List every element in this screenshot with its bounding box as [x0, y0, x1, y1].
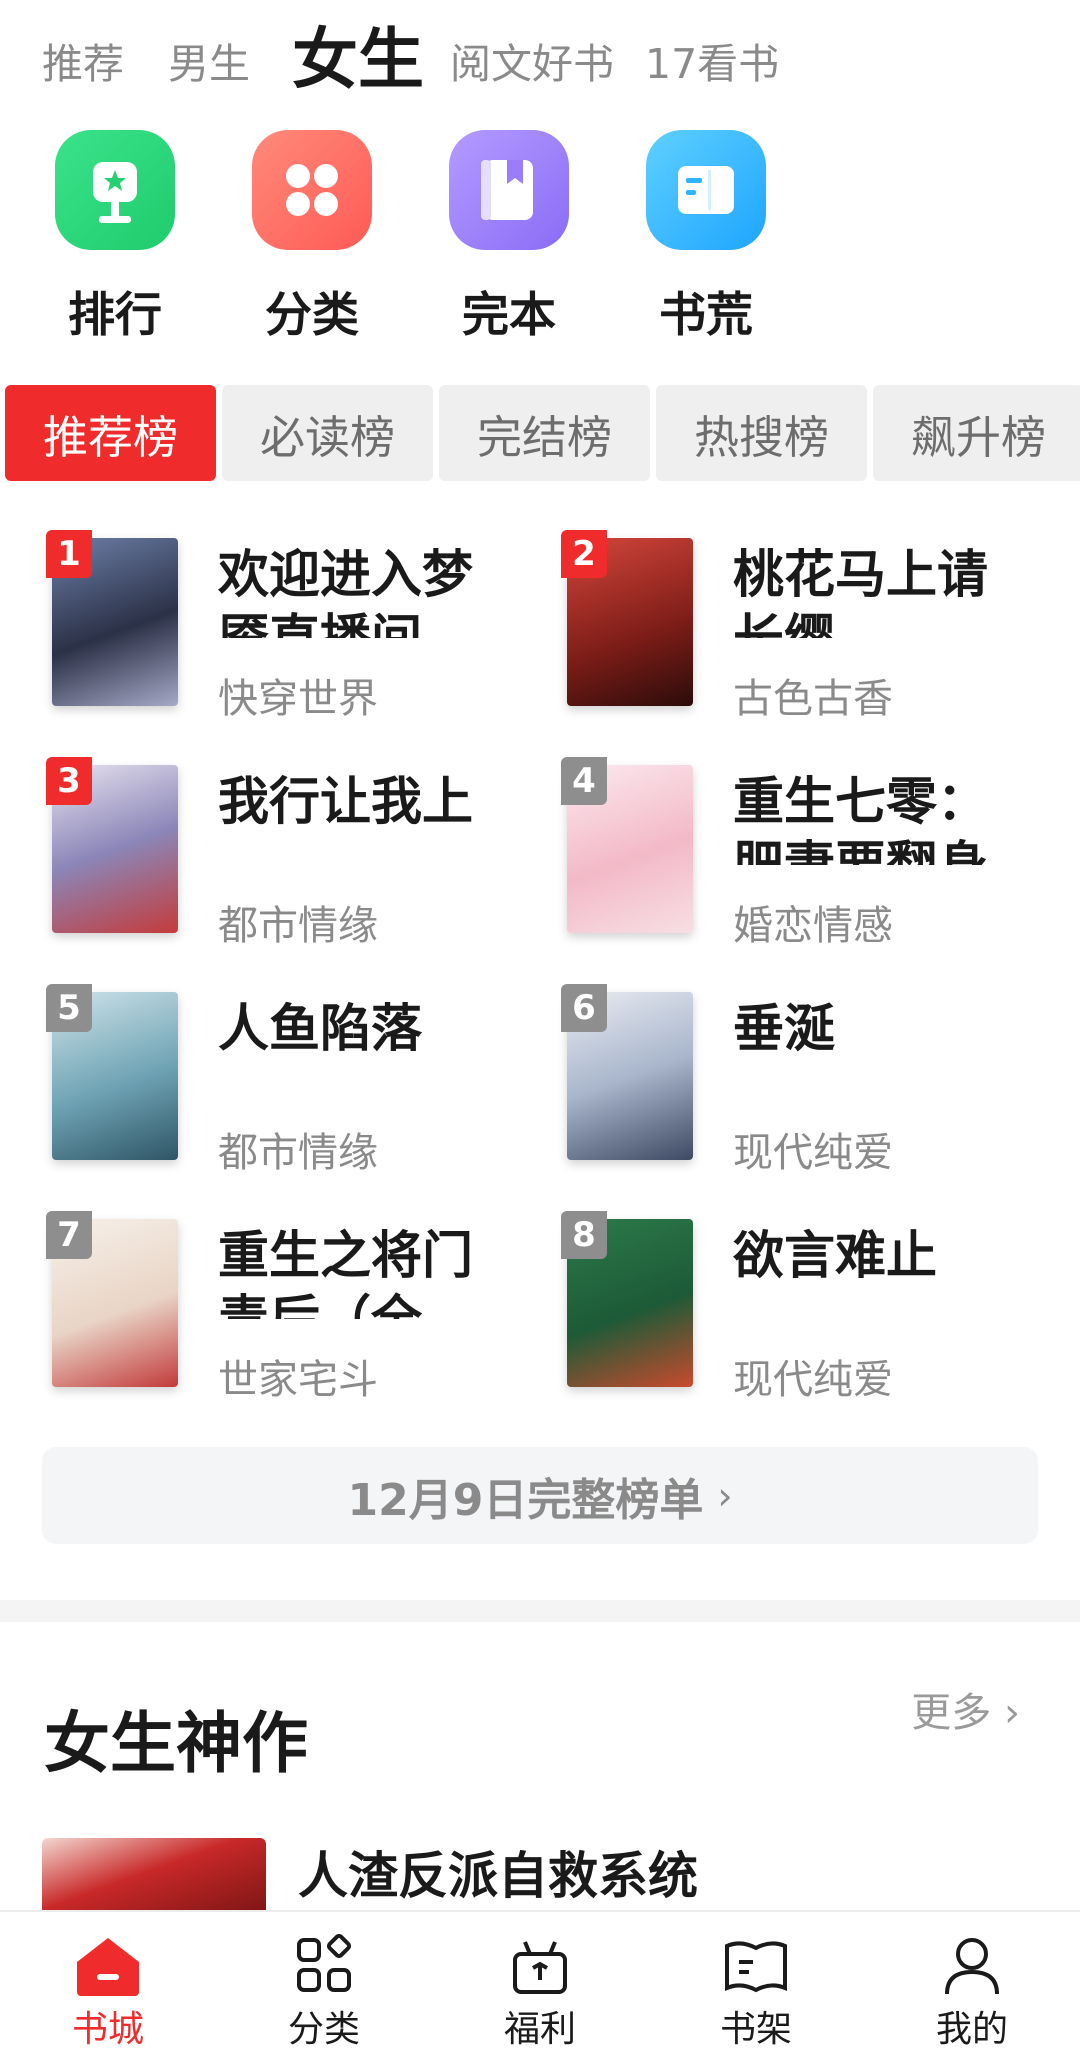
tab-17kanshu[interactable]: 17看书: [645, 30, 779, 90]
quick-entries: 排行 分类 完本 书荒: [0, 130, 1080, 360]
rank-badge: 1: [46, 530, 92, 578]
rank-tabs: 推荐榜 必读榜 完结榜 热搜榜 飙升榜: [5, 385, 1080, 481]
quick-entry-label: 完本: [462, 288, 556, 343]
section-title: 女生神作: [44, 1705, 308, 1782]
book-category: 现代纯爱: [733, 1357, 893, 1403]
rank-tab-completed[interactable]: 完结榜: [439, 385, 650, 481]
book-title: 重生七零：肥妻要翻身: [733, 773, 989, 865]
book-category: 都市情缘: [218, 1130, 378, 1176]
book-title: 我行让我上: [218, 773, 474, 832]
book-title: 欲言难止: [733, 1227, 938, 1286]
book-category: 世家宅斗: [218, 1357, 378, 1403]
rank-book-item[interactable]: 3 我行让我上 都市情缘: [0, 757, 480, 949]
nav-label: 分类: [287, 2009, 360, 2050]
open-book-icon: [646, 130, 766, 250]
quick-entry-ranking[interactable]: 排行: [30, 130, 200, 345]
top-channel-tabs: 推荐 男生 女生 阅文好书 17看书: [0, 0, 1080, 110]
rank-badge: 5: [46, 984, 92, 1032]
tab-male[interactable]: 男生: [168, 30, 250, 90]
nav-label: 书城: [71, 2009, 144, 2050]
book-category: 婚恋情感: [733, 903, 893, 949]
feature-book-cover-image[interactable]: [42, 1838, 266, 1918]
rank-book-item[interactable]: 1 欢迎进入梦魇直播间 快穿世界: [0, 530, 480, 722]
tab-recommend[interactable]: 推荐: [42, 30, 124, 90]
book-title: 垂涎: [733, 1000, 836, 1059]
rank-book-item[interactable]: 4 重生七零：肥妻要翻身 婚恋情感: [515, 757, 995, 949]
book-title: 重生之将门毒后（全: [218, 1227, 474, 1319]
rank-tab-rising[interactable]: 飙升榜: [873, 385, 1080, 481]
tab-yuewen-good-books[interactable]: 阅文好书: [450, 30, 614, 90]
quick-entry-book-shortage[interactable]: 书荒: [621, 130, 791, 345]
quick-entry-category[interactable]: 分类: [227, 130, 397, 345]
section-divider: [0, 1600, 1080, 1622]
quick-entry-label: 分类: [265, 288, 359, 343]
book-category: 现代纯爱: [733, 1130, 893, 1176]
rank-tab-must-read[interactable]: 必读榜: [222, 385, 433, 481]
book-category: 古色古香: [733, 676, 893, 722]
rank-badge: 6: [561, 984, 607, 1032]
gift-icon: [505, 1934, 575, 1998]
rank-book-item[interactable]: 7 重生之将门毒后（全 世家宅斗: [0, 1211, 480, 1403]
nav-label: 书架: [719, 2009, 792, 2050]
rank-badge: 7: [46, 1211, 92, 1259]
full-ranking-label: 12月9日完整榜单: [347, 1474, 704, 1526]
nav-category[interactable]: 分类: [254, 1933, 394, 2052]
more-link[interactable]: 更多 ›: [911, 1680, 1020, 1738]
rank-tab-hot-search[interactable]: 热搜榜: [656, 385, 867, 481]
trophy-icon: [55, 130, 175, 250]
rank-book-item[interactable]: 8 欲言难止 现代纯爱: [515, 1211, 995, 1403]
feature-book-title[interactable]: 人渣反派自救系统: [298, 1836, 698, 1908]
book-title: 欢迎进入梦魇直播间: [218, 546, 474, 638]
book-category: 都市情缘: [218, 903, 378, 949]
book-bookmark-icon: [449, 130, 569, 250]
book-category: 快穿世界: [218, 676, 378, 722]
chevron-right-icon: ›: [717, 1473, 733, 1518]
user-icon: [937, 1934, 1007, 1998]
quick-entry-completed[interactable]: 完本: [424, 130, 594, 345]
rank-badge: 3: [46, 757, 92, 805]
book-title: 桃花马上请长缨: [733, 546, 989, 638]
rank-book-item[interactable]: 6 垂涎 现代纯爱: [515, 984, 995, 1176]
nav-bookshelf[interactable]: 书架: [686, 1934, 826, 2052]
book-title: 人鱼陷落: [218, 1000, 423, 1059]
tab-female[interactable]: 女生: [292, 6, 424, 102]
category-grid-icon: [289, 1933, 359, 1998]
rank-book-item[interactable]: 2 桃花马上请长缨 古色古香: [515, 530, 995, 722]
rank-badge: 2: [561, 530, 607, 578]
bottom-navigation: 书城 分类 福利 书架 我的: [0, 1910, 1080, 2061]
quick-entry-label: 排行: [68, 288, 162, 343]
home-icon: [73, 1934, 143, 1998]
bookshelf-icon: [721, 1934, 791, 1998]
nav-label: 我的: [935, 2009, 1008, 2050]
full-ranking-button[interactable]: 12月9日完整榜单 ›: [42, 1447, 1038, 1544]
nav-bookstore[interactable]: 书城: [38, 1934, 178, 2052]
nav-label: 福利: [503, 2009, 576, 2050]
nav-profile[interactable]: 我的: [902, 1934, 1042, 2052]
quick-entry-label: 书荒: [659, 288, 753, 343]
rank-tab-recommend[interactable]: 推荐榜: [5, 385, 216, 481]
rank-badge: 8: [561, 1211, 607, 1259]
rank-book-item[interactable]: 5 人鱼陷落 都市情缘: [0, 984, 480, 1176]
nav-welfare[interactable]: 福利: [470, 1934, 610, 2052]
rank-badge: 4: [561, 757, 607, 805]
grid-icon: [252, 130, 372, 250]
